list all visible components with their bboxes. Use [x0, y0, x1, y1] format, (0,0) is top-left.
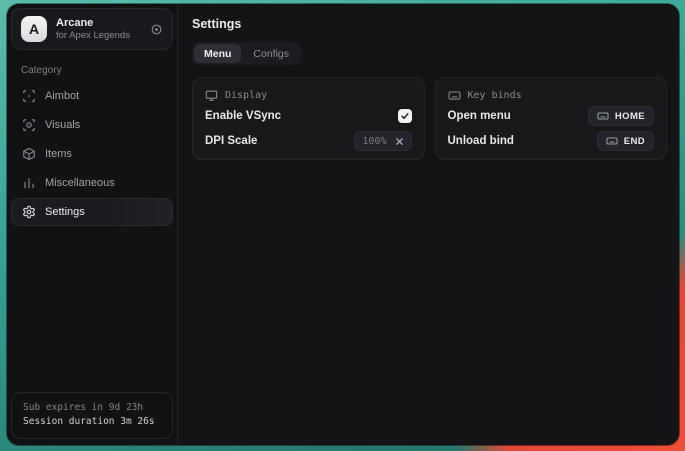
sidebar-nav: Aimbot Visuals Items	[11, 82, 173, 226]
subscription-info-card: Sub expires in 9d 23h Session duration 3…	[11, 392, 173, 439]
dpi-scale-input[interactable]: 100%	[354, 131, 411, 151]
monitor-icon	[205, 89, 218, 102]
sub-expires-text: Sub expires in 9d 23h	[23, 401, 161, 415]
bind-label: Unload bind	[448, 135, 514, 147]
gear-icon	[22, 205, 36, 219]
setting-label: DPI Scale	[205, 135, 257, 147]
setting-label: Enable VSync	[205, 110, 281, 122]
category-label: Category	[21, 65, 165, 76]
crosshair-icon	[22, 89, 36, 103]
bind-row-open-menu: Open menu HOME	[448, 104, 655, 128]
tab-menu[interactable]: Menu	[194, 44, 241, 63]
target-icon[interactable]	[150, 23, 163, 36]
keyboard-icon	[448, 89, 461, 102]
bind-row-unload: Unload bind END	[448, 129, 655, 153]
unload-bind-button[interactable]: END	[597, 131, 654, 151]
sidebar-item-label: Miscellaneous	[45, 177, 115, 189]
clear-icon[interactable]	[395, 137, 404, 146]
bind-label: Open menu	[448, 110, 511, 122]
main-panel: Settings Menu Configs Display Enable VSy…	[178, 4, 679, 445]
card-title: Key binds	[468, 90, 522, 101]
vsync-checkbox[interactable]	[398, 109, 412, 123]
app-logo: A	[21, 16, 47, 42]
app-subtitle: for Apex Legends	[56, 30, 141, 42]
sidebar-item-items[interactable]: Items	[11, 140, 173, 168]
session-duration-text: Session duration 3m 26s	[23, 415, 161, 429]
sidebar-item-aimbot[interactable]: Aimbot	[11, 82, 173, 110]
sidebar-item-visuals[interactable]: Visuals	[11, 111, 173, 139]
app-name: Arcane	[56, 17, 141, 30]
setting-row-dpi: DPI Scale 100%	[205, 129, 412, 153]
sidebar-item-settings[interactable]: Settings	[11, 198, 173, 226]
cube-icon	[22, 147, 36, 161]
dpi-scale-value: 100%	[362, 136, 386, 147]
page-title: Settings	[192, 17, 667, 31]
sidebar-header-card: A Arcane for Apex Legends	[11, 8, 173, 50]
sidebar: A Arcane for Apex Legends Category	[7, 4, 178, 445]
keyboard-icon	[597, 110, 609, 122]
tab-configs[interactable]: Configs	[243, 44, 299, 63]
sidebar-item-label: Visuals	[45, 119, 80, 131]
display-card: Display Enable VSync DPI Scale 100%	[192, 77, 425, 160]
sidebar-item-label: Aimbot	[45, 90, 79, 102]
app-window: A Arcane for Apex Legends Category	[7, 4, 679, 445]
keyboard-icon	[606, 135, 618, 147]
keybinds-card: Key binds Open menu HOME Unload bin	[435, 77, 668, 160]
sidebar-item-miscellaneous[interactable]: Miscellaneous	[11, 169, 173, 197]
tab-bar: Menu Configs	[192, 42, 301, 65]
bars-icon	[22, 176, 36, 190]
scan-eye-icon	[22, 118, 36, 132]
bind-key-value: END	[624, 136, 645, 147]
sidebar-item-label: Settings	[45, 206, 85, 218]
card-title: Display	[225, 90, 267, 101]
setting-row-vsync: Enable VSync	[205, 104, 412, 128]
open-menu-bind-button[interactable]: HOME	[588, 106, 654, 126]
sidebar-item-label: Items	[45, 148, 72, 160]
bind-key-value: HOME	[615, 111, 645, 122]
